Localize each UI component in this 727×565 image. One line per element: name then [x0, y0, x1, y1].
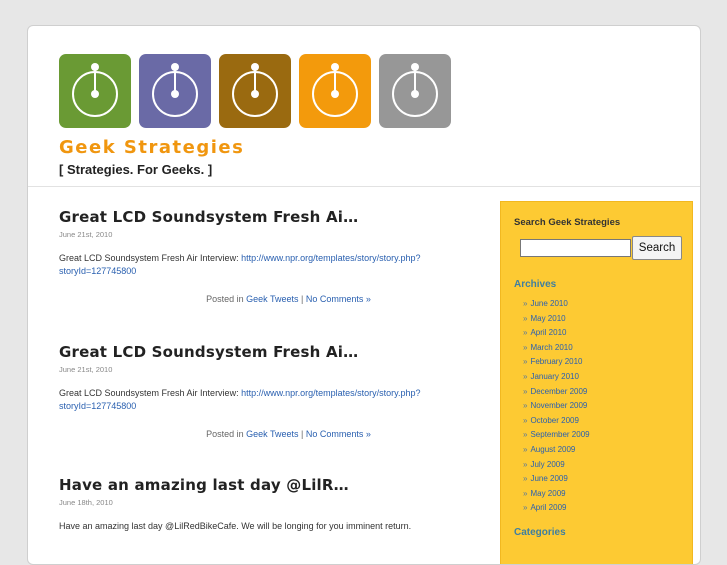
archive-link[interactable]: » August 2009 [523, 443, 590, 458]
archive-link[interactable]: » November 2009 [523, 399, 590, 414]
bullet-icon: » [523, 459, 528, 469]
categories-heading: Categories [514, 527, 566, 538]
post: Have an amazing last day @LilR… June 18t… [59, 476, 474, 533]
logo-tile [219, 54, 291, 128]
bullet-icon: » [523, 328, 528, 338]
archive-link[interactable]: » May 2009 [523, 487, 590, 502]
header-divider [28, 186, 700, 187]
main-content: Great LCD Soundsystem Fresh Ai… June 21s… [59, 208, 474, 533]
archive-label: April 2009 [530, 503, 567, 513]
post-meta-separator: | [298, 429, 306, 439]
logo-tile [299, 54, 371, 128]
power-glyph-icon [72, 63, 118, 117]
archive-label: September 2009 [530, 430, 590, 440]
archive-label: June 2010 [530, 299, 568, 308]
post-date: June 21st, 2010 [59, 230, 113, 239]
post-meta-prefix: Posted in [206, 429, 247, 439]
bullet-icon: » [523, 371, 528, 381]
archives-list: » June 2010 » May 2010 » April 2010 » March … [523, 297, 590, 516]
archive-link[interactable]: » June 2009 [523, 472, 590, 487]
post-date: June 21st, 2010 [59, 365, 113, 374]
logo-tile [379, 54, 451, 128]
archive-label: August 2009 [530, 444, 576, 454]
post-body-text: Have an amazing last day @LilRedBikeCafe… [59, 521, 412, 531]
bullet-icon: » [523, 415, 528, 425]
post-body: Great LCD Soundsystem Fresh Air Intervie… [59, 252, 474, 278]
archive-link[interactable]: » April 2009 [523, 501, 590, 516]
post-meta: Posted in Geek Tweets | No Comments » [59, 429, 474, 439]
post-body-text: Great LCD Soundsystem Fresh Air Intervie… [59, 388, 242, 398]
search-button[interactable]: Search [632, 236, 682, 260]
post-meta-separator: | [298, 294, 306, 304]
post-title-link[interactable]: Great LCD Soundsystem Fresh Ai… [59, 343, 474, 361]
post: Great LCD Soundsystem Fresh Ai… June 21s… [59, 343, 474, 476]
archive-link[interactable]: » May 2010 [523, 312, 590, 327]
bullet-icon: » [523, 299, 528, 308]
archives-heading: Archives [514, 279, 557, 290]
post-category-link[interactable]: Geek Tweets [246, 429, 298, 439]
archive-link[interactable]: » September 2009 [523, 428, 590, 443]
archive-label: March 2010 [530, 342, 573, 352]
power-glyph-icon [312, 63, 358, 117]
bullet-icon: » [523, 342, 528, 352]
archive-label: February 2010 [530, 357, 583, 367]
site-tagline: [ Strategies. For Geeks. ] [59, 162, 213, 177]
bullet-icon: » [523, 401, 528, 411]
post-meta: Posted in Geek Tweets | No Comments » [59, 294, 474, 304]
archive-label: December 2009 [530, 386, 588, 396]
post-comments-link[interactable]: No Comments » [306, 294, 371, 304]
bullet-icon: » [523, 488, 528, 498]
page-container: Geek Strategies [ Strategies. For Geeks.… [27, 25, 701, 565]
power-glyph-icon [232, 63, 278, 117]
archive-link[interactable]: » June 2010 [523, 297, 590, 312]
archive-link[interactable]: » April 2010 [523, 326, 590, 341]
archive-label: April 2010 [530, 328, 567, 338]
archive-link[interactable]: » February 2010 [523, 355, 590, 370]
archive-label: July 2009 [530, 459, 565, 469]
archive-label: October 2009 [530, 415, 579, 425]
archive-label: May 2010 [530, 313, 566, 323]
search-input[interactable] [520, 239, 631, 257]
archive-label: January 2010 [530, 371, 579, 381]
power-glyph-icon [152, 63, 198, 117]
archive-link[interactable]: » December 2009 [523, 385, 590, 400]
site-title[interactable]: Geek Strategies [59, 137, 244, 158]
bullet-icon: » [523, 503, 528, 513]
archive-label: May 2009 [530, 488, 566, 498]
bullet-icon: » [523, 386, 528, 396]
post-title-link[interactable]: Have an amazing last day @LilR… [59, 476, 474, 494]
archive-label: November 2009 [530, 401, 588, 411]
bullet-icon: » [523, 430, 528, 440]
logo-tile [59, 54, 131, 128]
site-logo[interactable] [59, 54, 451, 128]
post-category-link[interactable]: Geek Tweets [246, 294, 298, 304]
archive-link[interactable]: » January 2010 [523, 370, 590, 385]
post: Great LCD Soundsystem Fresh Ai… June 21s… [59, 208, 474, 343]
archive-label: June 2009 [530, 474, 568, 484]
bullet-icon: » [523, 444, 528, 454]
bullet-icon: » [523, 474, 528, 484]
search-heading: Search Geek Strategies [514, 217, 621, 228]
bullet-icon: » [523, 357, 528, 367]
post-comments-link[interactable]: No Comments » [306, 429, 371, 439]
post-body: Have an amazing last day @LilRedBikeCafe… [59, 520, 474, 533]
archive-link[interactable]: » March 2010 [523, 341, 590, 356]
post-body: Great LCD Soundsystem Fresh Air Intervie… [59, 387, 474, 413]
bullet-icon: » [523, 313, 528, 323]
post-date: June 18th, 2010 [59, 498, 113, 507]
sidebar: Search Geek Strategies Search Archives »… [500, 201, 693, 564]
post-body-text: Great LCD Soundsystem Fresh Air Intervie… [59, 253, 242, 263]
archive-link[interactable]: » July 2009 [523, 458, 590, 473]
power-glyph-icon [392, 63, 438, 117]
post-title-link[interactable]: Great LCD Soundsystem Fresh Ai… [59, 208, 474, 226]
logo-tile [139, 54, 211, 128]
post-meta-prefix: Posted in [206, 294, 247, 304]
archive-link[interactable]: » October 2009 [523, 414, 590, 429]
